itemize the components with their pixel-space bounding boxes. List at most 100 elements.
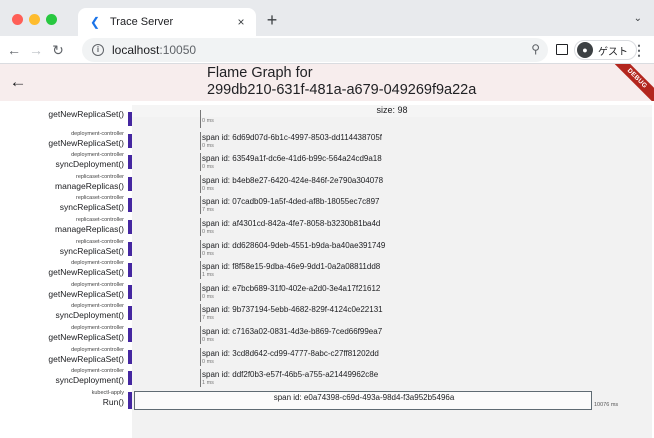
row-function: getNewReplicaSet() bbox=[48, 109, 124, 119]
span-bar[interactable] bbox=[200, 239, 201, 258]
span-bar[interactable] bbox=[200, 153, 201, 172]
row-namespace: replicaset-controller bbox=[76, 173, 124, 180]
span-bar[interactable] bbox=[200, 174, 201, 193]
span-bar[interactable] bbox=[200, 110, 201, 128]
tab-close-icon[interactable]: × bbox=[232, 15, 250, 29]
span-duration: 1 ms bbox=[202, 380, 214, 387]
span-id: span id: c7163a02-0831-4d3e-b869-7ced66f… bbox=[202, 327, 383, 336]
row-marker bbox=[128, 220, 132, 234]
root-span-duration: 10076 ms bbox=[594, 402, 619, 408]
row-namespace: deployment-controller bbox=[71, 303, 124, 310]
span-duration: 0 ms bbox=[202, 250, 214, 257]
browser-menu-icon[interactable]: ⋮ bbox=[632, 42, 646, 59]
span-bar[interactable] bbox=[200, 131, 201, 150]
span-bar[interactable] bbox=[200, 261, 201, 280]
row-namespace: replicaset-controller bbox=[76, 217, 124, 223]
span-id: span id: 6d69d07d-6b1c-4997-8503-dd11443… bbox=[202, 132, 383, 142]
row-function: syncDeployment() bbox=[55, 159, 125, 170]
span-duration: 0 ms bbox=[202, 142, 214, 149]
page-title: Flame Graph for 299db210-631f-481a-a679-… bbox=[207, 65, 487, 99]
root-function: Run() bbox=[102, 397, 124, 407]
row-namespace: deployment-controller bbox=[71, 368, 124, 375]
row-label: deployment-controller getNewReplicaSet() bbox=[0, 347, 124, 364]
root-namespace: kubectl-apply bbox=[91, 390, 124, 396]
row-label: getNewReplicaSet() bbox=[0, 109, 124, 119]
span-id: span id: 3cd8d642-cd99-4777-8abc-c27ff81… bbox=[202, 348, 379, 358]
span-duration: 0 ms bbox=[202, 185, 214, 192]
zoom-icon[interactable]: ⚲ bbox=[531, 42, 540, 56]
close-window-button[interactable] bbox=[12, 14, 23, 25]
back-icon[interactable]: ← bbox=[4, 40, 24, 60]
span-bar[interactable] bbox=[200, 196, 201, 215]
span-duration: 0 ms bbox=[202, 118, 214, 124]
debug-banner: DEBUG bbox=[608, 64, 654, 101]
row-function: syncDeployment() bbox=[55, 310, 125, 321]
browser-tab[interactable]: ❮ Trace Server × bbox=[78, 8, 256, 36]
row-marker bbox=[128, 306, 132, 321]
back-arrow-icon[interactable]: ← bbox=[8, 72, 28, 92]
span-bar[interactable] bbox=[200, 347, 201, 366]
profile-label: ゲスト bbox=[598, 46, 628, 58]
root-label: kubectl-apply Run() bbox=[0, 390, 124, 407]
row-marker bbox=[128, 371, 132, 386]
row-function: manageReplicas() bbox=[55, 224, 124, 234]
row-label: replicaset-controller manageReplicas() bbox=[0, 174, 124, 191]
row-marker bbox=[128, 328, 132, 342]
row-label: deployment-controller syncDeployment() bbox=[0, 303, 125, 321]
forward-icon[interactable]: → bbox=[26, 40, 46, 60]
row-function: manageReplicas() bbox=[55, 180, 124, 191]
minimize-window-button[interactable] bbox=[29, 14, 40, 25]
row-function: syncReplicaSet() bbox=[59, 245, 124, 256]
span-id: span id: 63549a1f-dc6e-41d6-b99c-564a24c… bbox=[202, 154, 382, 164]
span-duration: 0 ms bbox=[202, 293, 214, 300]
row-label: replicaset-controller syncReplicaSet() bbox=[0, 195, 124, 212]
row-marker bbox=[128, 133, 132, 148]
url-port: :10050 bbox=[159, 43, 197, 57]
row-label: deployment-controller getNewReplicaSet() bbox=[0, 131, 124, 148]
span-duration: 0 ms bbox=[202, 229, 214, 235]
row-label: deployment-controller syncDeployment() bbox=[0, 152, 125, 170]
zoom-window-button[interactable] bbox=[46, 14, 57, 25]
span-bar[interactable] bbox=[200, 218, 201, 236]
site-info-icon[interactable]: i bbox=[92, 44, 104, 56]
root-span-id: span id: e0a74398-c69d-493a-98d4-f3a952b… bbox=[273, 393, 455, 402]
span-duration: 1 ms bbox=[202, 272, 214, 279]
row-namespace: deployment-controller bbox=[71, 346, 124, 353]
row-marker bbox=[128, 241, 132, 256]
span-duration: 0 ms bbox=[202, 337, 214, 343]
side-panel-icon[interactable] bbox=[556, 44, 568, 55]
row-label: deployment-controller getNewReplicaSet() bbox=[0, 260, 124, 277]
row-label: deployment-controller getNewReplicaSet() bbox=[0, 282, 124, 299]
row-function: getNewReplicaSet() bbox=[48, 267, 124, 278]
row-marker bbox=[128, 349, 132, 364]
address-bar[interactable]: i localhost :10050 ⚲ bbox=[82, 38, 548, 62]
row-function: syncReplicaSet() bbox=[59, 202, 124, 213]
new-tab-button[interactable]: + bbox=[262, 10, 282, 30]
row-namespace: deployment-controller bbox=[71, 281, 124, 288]
span-id: span id: ddf2f0b3-e57f-46b5-a755-a214499… bbox=[202, 370, 379, 380]
span-id: span id: b4eb8e27-6420-424e-846f-2e790a3… bbox=[202, 175, 384, 185]
reload-icon[interactable]: ↻ bbox=[48, 40, 68, 60]
span-id: span id: e7bcb689-31f0-402e-a2d0-3e4a17f… bbox=[202, 283, 381, 293]
span-duration: 0 ms bbox=[202, 358, 214, 365]
span-id: span id: 9b737194-5ebb-4682-829f-4124c0e… bbox=[202, 305, 383, 315]
row-label: replicaset-controller manageReplicas() bbox=[0, 217, 124, 234]
row-marker bbox=[128, 263, 132, 278]
row-label: replicaset-controller syncReplicaSet() bbox=[0, 239, 124, 256]
profile-button[interactable]: ● ゲスト bbox=[574, 40, 637, 60]
span-bar[interactable] bbox=[200, 304, 201, 323]
span-bar[interactable] bbox=[200, 326, 201, 344]
row-namespace: deployment-controller bbox=[71, 325, 124, 331]
url-host: localhost bbox=[112, 43, 160, 57]
size-label: size: 98 bbox=[132, 105, 652, 117]
title-line-1: Flame Graph for bbox=[207, 65, 313, 81]
span-duration: 0 ms bbox=[202, 164, 214, 171]
row-marker bbox=[128, 112, 132, 126]
root-span-bar[interactable]: span id: e0a74398-c69d-493a-98d4-f3a952b… bbox=[134, 391, 592, 410]
row-function: getNewReplicaSet() bbox=[48, 288, 124, 299]
row-function: getNewReplicaSet() bbox=[48, 332, 124, 342]
span-bar[interactable] bbox=[200, 282, 201, 301]
tab-search-icon[interactable]: ⌄ bbox=[634, 13, 642, 24]
avatar-icon: ● bbox=[577, 42, 593, 58]
span-bar[interactable] bbox=[200, 369, 201, 388]
